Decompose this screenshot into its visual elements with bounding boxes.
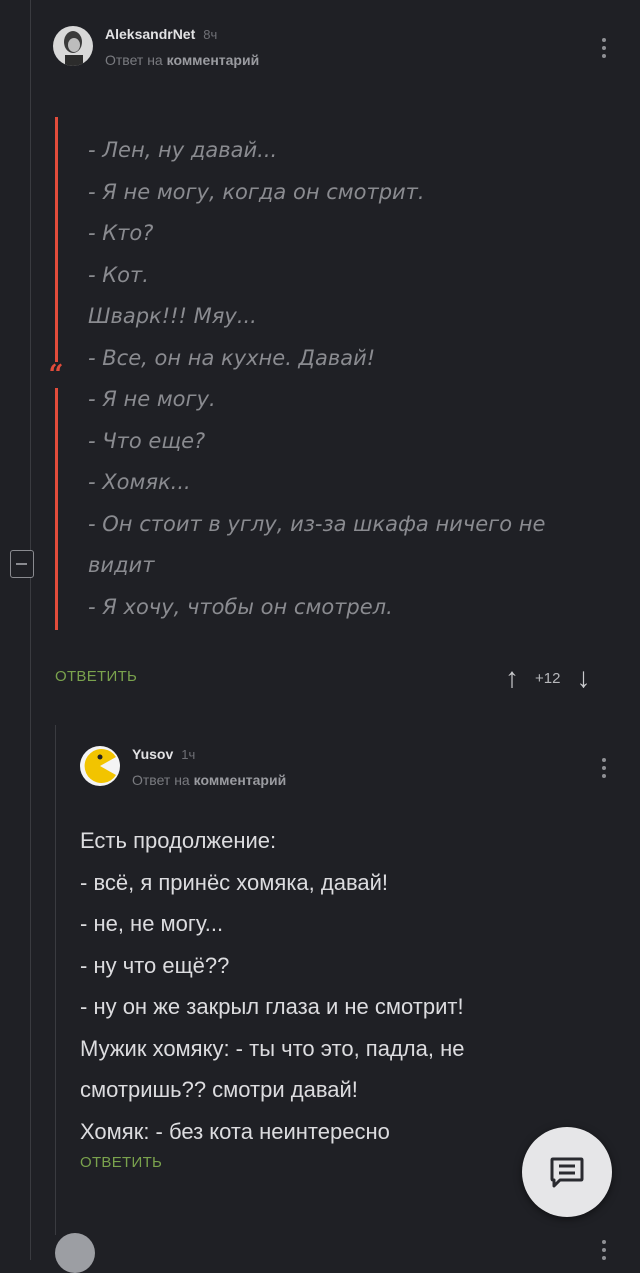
comment-line: Мужик хомяку: - ты что это, падла, не [80, 1035, 465, 1061]
reply-target-link[interactable]: комментарий [167, 52, 260, 68]
more-vertical-icon[interactable] [602, 38, 606, 58]
comment-fab-button[interactable] [522, 1127, 612, 1217]
quote-line: - Лен, ну давай... [88, 138, 278, 162]
author-name[interactable]: Yusov [132, 746, 173, 762]
quote-line: видит [88, 553, 155, 577]
comment-line: - ну он же закрыл глаза и не смотрит! [80, 994, 464, 1019]
comment-icon [550, 1157, 584, 1188]
quote-line: - Я хочу, чтобы он смотрел. [88, 594, 393, 619]
more-vertical-icon[interactable] [602, 758, 606, 778]
quote-line: - Он стоит в углу, из-за шкафа ничего не [88, 511, 546, 536]
reply-target-link[interactable]: комментарий [194, 772, 287, 788]
comment-line: Есть продолжение: [80, 828, 277, 853]
thread-line [30, 0, 31, 1260]
collapse-icon[interactable] [10, 550, 34, 578]
reply-button[interactable]: ОТВЕТИТЬ [55, 668, 137, 685]
rating-score: +12 [535, 669, 561, 687]
comment-line: смотришь?? смотри давай! [80, 1077, 358, 1102]
nested-thread-line [55, 725, 56, 1235]
user-avatar-icon[interactable] [55, 1233, 95, 1273]
arrow-up-icon[interactable]: ↑ [505, 664, 519, 692]
comment-body: Есть продолжение: - всё, я принёс хомяка… [80, 820, 600, 1152]
reply-to: Ответ на комментарий [132, 772, 286, 788]
quote-text: - Лен, ну давай... - Я не могу, когда он… [88, 130, 608, 628]
quote-line: - Кто? [88, 221, 154, 245]
author-name[interactable]: AleksandrNet [105, 26, 195, 42]
reply-to: Ответ на комментарий [105, 52, 259, 68]
reply-prefix: Ответ на [132, 772, 190, 788]
quote-line: Шварк!!! Мяу... [88, 304, 257, 328]
quote-line: - Все, он на кухне. Давай! [88, 345, 376, 370]
quote-icon: “ [44, 362, 68, 388]
comment-time: 1ч [181, 747, 196, 762]
quote-line: - Что еще? [88, 428, 206, 453]
reply-button[interactable]: ОТВЕТИТЬ [80, 1154, 162, 1171]
quote-line: - Кот. [88, 262, 149, 287]
comment-line: Хомяк: - без кота неинтересно [80, 1118, 390, 1144]
more-vertical-icon[interactable] [602, 1240, 606, 1260]
pacman-avatar-icon[interactable] [80, 746, 120, 786]
quote-line: - Я не могу, когда он смотрит. [88, 179, 425, 204]
comment-header: Yusov 1ч Ответ на комментарий [80, 746, 286, 788]
user-avatar-icon[interactable] [53, 26, 93, 66]
arrow-down-icon[interactable]: ↓ [576, 664, 590, 692]
comment-time: 8ч [203, 27, 218, 42]
rating-block: ↑ +12 ↓ [505, 664, 590, 692]
comment-line: - ну что ещё?? [80, 952, 230, 978]
quote-line: - Я не могу. [88, 387, 216, 411]
reply-prefix: Ответ на [105, 52, 163, 68]
comment-line: - не, не могу... [80, 911, 224, 936]
comment-line: - всё, я принёс хомяка, давай! [80, 869, 389, 895]
comment-header: AleksandrNet 8ч Ответ на комментарий [53, 26, 259, 68]
quote-line: - Хомяк... [88, 470, 191, 494]
